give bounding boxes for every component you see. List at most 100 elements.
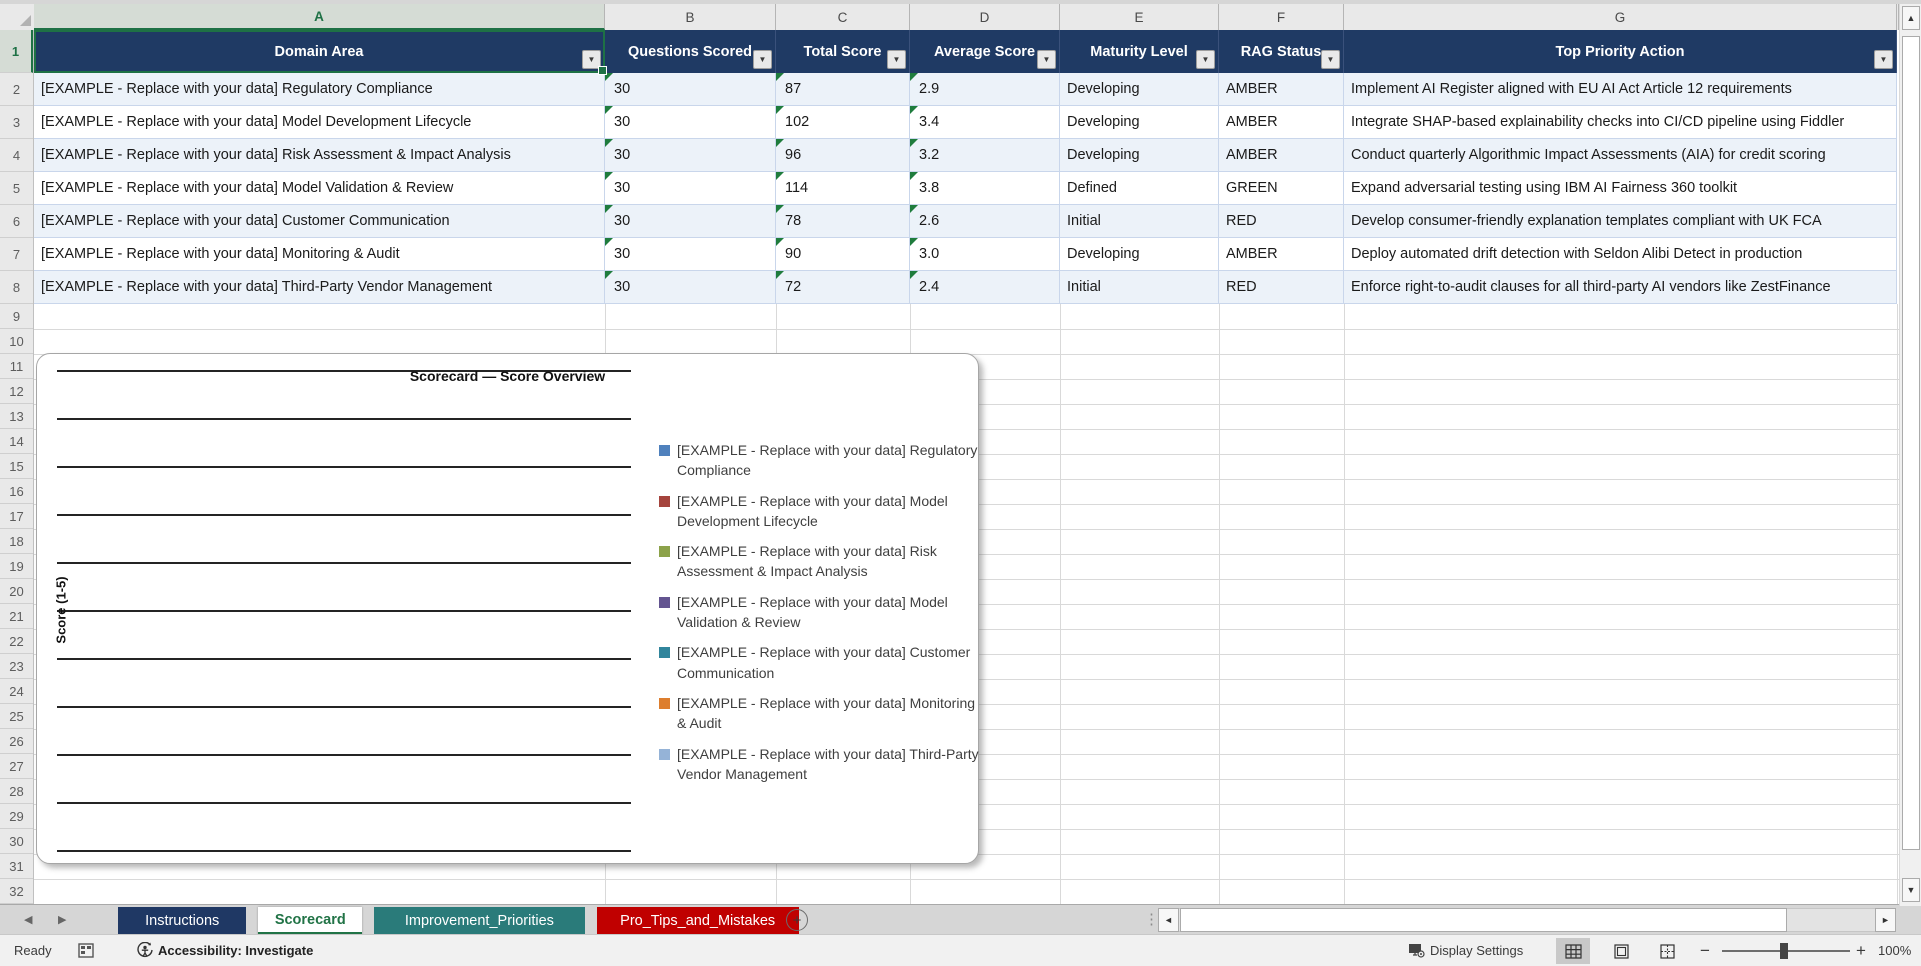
header-questions-scored[interactable]: Questions Scored ▼ — [605, 30, 776, 73]
header-top-priority-action[interactable]: Top Priority Action ▼ — [1344, 30, 1897, 73]
column-letter-G[interactable]: G — [1344, 4, 1897, 30]
cell-E2[interactable]: Developing — [1060, 73, 1219, 106]
cell-B5[interactable]: 30 — [605, 172, 776, 205]
filter-dropdown-icon[interactable]: ▼ — [1874, 50, 1893, 69]
view-page-layout-button[interactable] — [1604, 938, 1638, 964]
row-number-29[interactable]: 29 — [0, 804, 33, 829]
column-letter-C[interactable]: C — [776, 4, 910, 30]
row-number-26[interactable]: 26 — [0, 729, 33, 754]
tab-overflow-dots-icon[interactable]: ⋮ — [1144, 910, 1159, 928]
row-number-21[interactable]: 21 — [0, 604, 33, 629]
horizontal-scrollbar-thumb[interactable] — [1180, 908, 1787, 932]
row-number-20[interactable]: 20 — [0, 579, 33, 604]
score-overview-chart[interactable]: Scorecard — Score Overview Score (1-5) [… — [36, 353, 979, 864]
row-number-31[interactable]: 31 — [0, 854, 33, 879]
cell-C8[interactable]: 72 — [776, 271, 910, 304]
header-domain-area[interactable]: Domain Area ▼ — [34, 30, 605, 73]
cell-E7[interactable]: Developing — [1060, 238, 1219, 271]
column-letter-B[interactable]: B — [605, 4, 776, 30]
cell-E4[interactable]: Developing — [1060, 139, 1219, 172]
cell-C3[interactable]: 102 — [776, 106, 910, 139]
column-letter-A[interactable]: A — [34, 4, 605, 30]
macro-record-icon[interactable] — [78, 935, 94, 966]
filter-dropdown-icon[interactable]: ▼ — [1321, 50, 1340, 69]
tab-improvement_priorities[interactable]: Improvement_Priorities — [374, 907, 585, 935]
row-number-7[interactable]: 7 — [0, 238, 33, 271]
cell-G5[interactable]: Expand adversarial testing using IBM AI … — [1344, 172, 1897, 205]
row-number-18[interactable]: 18 — [0, 529, 33, 554]
sheet-nav-next-icon[interactable]: ▶ — [58, 913, 66, 926]
cell-G8[interactable]: Enforce right-to-audit clauses for all t… — [1344, 271, 1897, 304]
column-letter-F[interactable]: F — [1219, 4, 1344, 30]
cell-B3[interactable]: 30 — [605, 106, 776, 139]
column-letter-E[interactable]: E — [1060, 4, 1219, 30]
cell-A4[interactable]: [EXAMPLE - Replace with your data] Risk … — [34, 139, 605, 172]
cell-A5[interactable]: [EXAMPLE - Replace with your data] Model… — [34, 172, 605, 205]
cell-D4[interactable]: 3.2 — [910, 139, 1060, 172]
cell-E6[interactable]: Initial — [1060, 205, 1219, 238]
cell-B2[interactable]: 30 — [605, 73, 776, 106]
row-number-1[interactable]: 1 — [0, 30, 33, 73]
sheet-nav-prev-icon[interactable]: ◀ — [24, 913, 32, 926]
row-number-3[interactable]: 3 — [0, 106, 33, 139]
zoom-level[interactable]: 100% — [1878, 935, 1911, 966]
cell-E8[interactable]: Initial — [1060, 271, 1219, 304]
display-settings-icon[interactable] — [1408, 935, 1425, 966]
filter-dropdown-icon[interactable]: ▼ — [753, 50, 772, 69]
cell-A8[interactable]: [EXAMPLE - Replace with your data] Third… — [34, 271, 605, 304]
vscroll-down-arrow-icon[interactable]: ▼ — [1902, 878, 1920, 902]
row-number-17[interactable]: 17 — [0, 504, 33, 529]
column-letter-D[interactable]: D — [910, 4, 1060, 30]
cell-G7[interactable]: Deploy automated drift detection with Se… — [1344, 238, 1897, 271]
cell-F7[interactable]: AMBER — [1219, 238, 1344, 271]
cell-C6[interactable]: 78 — [776, 205, 910, 238]
vertical-scrollbar-thumb[interactable] — [1902, 36, 1920, 850]
row-number-4[interactable]: 4 — [0, 139, 33, 172]
tab-scorecard[interactable]: Scorecard — [258, 907, 363, 935]
row-number-22[interactable]: 22 — [0, 629, 33, 654]
cell-F3[interactable]: AMBER — [1219, 106, 1344, 139]
row-number-2[interactable]: 2 — [0, 73, 33, 106]
cell-C7[interactable]: 90 — [776, 238, 910, 271]
cell-C2[interactable]: 87 — [776, 73, 910, 106]
row-number-5[interactable]: 5 — [0, 172, 33, 205]
row-number-24[interactable]: 24 — [0, 679, 33, 704]
row-number-10[interactable]: 10 — [0, 329, 33, 354]
row-number-32[interactable]: 32 — [0, 879, 33, 904]
view-normal-button[interactable] — [1556, 938, 1590, 964]
accessibility-status[interactable]: Accessibility: Investigate — [158, 935, 313, 966]
cell-F4[interactable]: AMBER — [1219, 139, 1344, 172]
cell-E5[interactable]: Defined — [1060, 172, 1219, 205]
filter-dropdown-icon[interactable]: ▼ — [1037, 50, 1056, 69]
row-number-14[interactable]: 14 — [0, 429, 33, 454]
cell-A3[interactable]: [EXAMPLE - Replace with your data] Model… — [34, 106, 605, 139]
cell-C4[interactable]: 96 — [776, 139, 910, 172]
cell-F5[interactable]: GREEN — [1219, 172, 1344, 205]
cell-F8[interactable]: RED — [1219, 271, 1344, 304]
row-number-12[interactable]: 12 — [0, 379, 33, 404]
row-number-6[interactable]: 6 — [0, 205, 33, 238]
hscroll-left-arrow-icon[interactable]: ◄ — [1158, 908, 1179, 932]
vertical-scrollbar[interactable]: ▲ ▼ — [1899, 4, 1921, 906]
row-number-25[interactable]: 25 — [0, 704, 33, 729]
cell-G2[interactable]: Implement AI Register aligned with EU AI… — [1344, 73, 1897, 106]
tab-instructions[interactable]: Instructions — [118, 907, 247, 935]
cell-A6[interactable]: [EXAMPLE - Replace with your data] Custo… — [34, 205, 605, 238]
cell-D7[interactable]: 3.0 — [910, 238, 1060, 271]
cell-C5[interactable]: 114 — [776, 172, 910, 205]
cell-D6[interactable]: 2.6 — [910, 205, 1060, 238]
row-number-9[interactable]: 9 — [0, 304, 33, 329]
cell-D8[interactable]: 2.4 — [910, 271, 1060, 304]
cell-A2[interactable]: [EXAMPLE - Replace with your data] Regul… — [34, 73, 605, 106]
header-rag-status[interactable]: RAG Status ▼ — [1219, 30, 1344, 73]
cell-B6[interactable]: 30 — [605, 205, 776, 238]
select-all-corner[interactable] — [0, 4, 35, 31]
cell-B8[interactable]: 30 — [605, 271, 776, 304]
cell-D2[interactable]: 2.9 — [910, 73, 1060, 106]
filter-dropdown-icon[interactable]: ▼ — [887, 50, 906, 69]
vscroll-up-arrow-icon[interactable]: ▲ — [1902, 6, 1920, 30]
tab-pro_tips_and_mistakes[interactable]: Pro_Tips_and_Mistakes — [596, 907, 799, 935]
cell-G4[interactable]: Conduct quarterly Algorithmic Impact Ass… — [1344, 139, 1897, 172]
cell-F2[interactable]: AMBER — [1219, 73, 1344, 106]
cell-D3[interactable]: 3.4 — [910, 106, 1060, 139]
